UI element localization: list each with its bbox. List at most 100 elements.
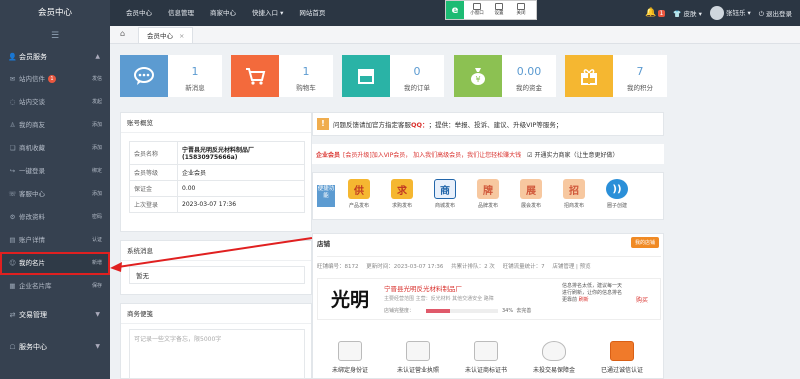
expo-icon: 展	[520, 179, 542, 199]
sidebar-item-action[interactable]: 发起	[92, 91, 102, 114]
sidebar-item-action[interactable]: 密码	[92, 206, 102, 229]
sidebar-item-label: 站内信件	[19, 75, 45, 83]
logout-link[interactable]: ⏻ 退出登录	[759, 8, 792, 19]
memo-panel: 商务便笺 可记录一些文字备忘，限5000字	[120, 303, 312, 379]
mail-icon: ✉	[9, 75, 16, 83]
refresh-link[interactable]: 刷新	[579, 297, 589, 303]
cert-integrity[interactable]: 已通过诚信认证	[595, 341, 649, 374]
stat-points[interactable]: 7 我的积分	[565, 55, 667, 97]
table-row: 会员等级 企业会员	[129, 164, 305, 181]
shield-icon	[542, 341, 566, 361]
my-shop-button[interactable]: 我的店铺	[630, 237, 659, 248]
close-button[interactable]: 关闭	[510, 3, 532, 17]
settings-button[interactable]: 设置	[488, 3, 510, 17]
strength-link[interactable]: ☑ 开通实力商家（让生意更好做）	[527, 150, 618, 159]
sidebar-item-one-click-login[interactable]: ↪ 一键登录 绑定	[0, 160, 110, 183]
cert-id-card[interactable]: 未绑定身份证	[323, 341, 377, 374]
sidebar-item-action[interactable]: 添加	[92, 183, 102, 206]
nav-shortcuts[interactable]: 快捷入口 ▾	[244, 0, 291, 26]
user-icon: 👤	[8, 53, 17, 61]
money-icon: ¥	[454, 55, 502, 97]
menu-toggle-icon[interactable]: ☰	[0, 26, 110, 46]
sidebar-group-service[interactable]: ☖ 服务中心 ▼	[0, 336, 110, 358]
sidebar-group-trade[interactable]: ⇄ 交易管理 ▼	[0, 304, 110, 326]
stat-label: 购物车	[296, 84, 316, 92]
sidebar-item-account-details[interactable]: ▤ 账户详情 认证	[0, 229, 110, 252]
stat-new-messages[interactable]: 1 新消息	[120, 55, 222, 97]
id-card-icon	[338, 341, 362, 361]
tab-member-center[interactable]: 会员中心 ×	[138, 27, 194, 43]
close-icon[interactable]: ×	[179, 32, 184, 40]
divider	[317, 256, 661, 257]
memo-textarea[interactable]: 可记录一些文字备忘，限5000字	[129, 329, 305, 379]
cert-label: 已通过诚信认证	[600, 367, 643, 374]
publish-purchase-button[interactable]: 求求购发布	[384, 179, 420, 209]
sidebar-item-action[interactable]: 添加	[92, 114, 102, 137]
completeness-label: 店铺完整度：	[384, 308, 415, 314]
tab-label: 会员中心	[147, 32, 173, 40]
user-menu[interactable]: 张钰乐 ▾	[709, 6, 751, 20]
sidebar-item-card-library[interactable]: ▦ 企业名片库 保存	[0, 275, 110, 298]
complete-link[interactable]: 去完善	[516, 308, 531, 314]
nav-site-home[interactable]: 网站首页	[291, 0, 333, 26]
stat-cart[interactable]: 1 购物车	[231, 55, 333, 97]
sidebar-item-label: 客服中心	[19, 190, 45, 198]
upgrade-link[interactable]: [会员升级]	[343, 150, 372, 159]
nav-info-manage[interactable]: 信息管理	[160, 0, 202, 26]
gift-icon	[565, 55, 613, 97]
stat-label: 我的资金	[516, 84, 542, 92]
stat-value: 0	[413, 65, 421, 78]
shop-manage-links[interactable]: 店铺管理 | 预览	[552, 264, 590, 270]
user-circle-icon: ☺	[9, 259, 16, 267]
publish-brand-button[interactable]: 牌品牌发布	[470, 179, 506, 209]
join-vip-link[interactable]: 加入VIP会员，	[372, 150, 412, 159]
sidebar-item-messages[interactable]: ✉ 站内信件 1 发信	[0, 68, 110, 91]
sidebar-section-member-service[interactable]: 👤 会员服务 ▲	[0, 46, 110, 68]
shop-name[interactable]: 宁晋县光明反光材料制品厂	[384, 283, 462, 293]
sidebar-item-friends[interactable]: ♙ 我的商友 添加	[0, 114, 110, 137]
premium-link[interactable]: 加入我们高级会员，我们让您轻松赚大钱	[413, 150, 521, 159]
cert-trademark[interactable]: 未认证商标证书	[459, 341, 513, 374]
completeness-value: 34% 去完善	[502, 307, 531, 314]
tool-label: 招商发布	[563, 203, 584, 209]
sidebar-item-favorites[interactable]: ❏ 商机收藏 添加	[0, 137, 110, 160]
sidebar-item-action[interactable]: 绑定	[92, 160, 102, 183]
nav-member-center[interactable]: 会员中心	[118, 0, 160, 26]
brand-title[interactable]: 会员中心	[0, 0, 110, 26]
small-window-button[interactable]: 小窗口	[466, 3, 488, 17]
publish-expo-button[interactable]: 展展会发布	[513, 179, 549, 209]
tool-label: 产品发布	[348, 203, 369, 209]
cert-deposit[interactable]: 未投交易保障金	[527, 341, 581, 374]
stat-orders[interactable]: 0 我的订单	[342, 55, 444, 97]
publish-mall-button[interactable]: 商商城发布	[427, 179, 463, 209]
stat-funds[interactable]: ¥ 0.00 我的资金	[454, 55, 556, 97]
sidebar-item-action[interactable]: 添加	[92, 137, 102, 160]
bell-icon[interactable]: 🔔 1	[645, 8, 666, 18]
completeness-percent: 34%	[502, 308, 514, 314]
shop-logo: 光明	[330, 289, 369, 311]
sidebar-item-action[interactable]: 发信	[92, 68, 102, 91]
publish-product-button[interactable]: 供产品发布	[341, 179, 377, 209]
notice-text: 问题反馈请加官方指定客服	[333, 121, 411, 129]
home-icon[interactable]: ⌂	[120, 29, 125, 38]
skin-menu[interactable]: 👕 皮肤 ▾	[673, 8, 702, 18]
service-icon: ☖	[9, 343, 16, 351]
sidebar-item-chat[interactable]: ◌ 站内交谈 发起	[0, 91, 110, 114]
cert-license[interactable]: 未认证营业执照	[391, 341, 445, 374]
warning-icon: !	[317, 118, 329, 130]
sidebar-item-action[interactable]: 认证	[92, 229, 102, 252]
create-circle-button[interactable]: )) 圈子创建	[599, 179, 635, 209]
publish-invest-button[interactable]: 招招商发布	[556, 179, 592, 209]
shop-card: 光明 宁晋县光明反光材料制品厂 主要经营范围 主营：反光材料 其他交通安全 路障…	[317, 278, 661, 320]
nav-merchant-center[interactable]: 商家中心	[202, 0, 244, 26]
sidebar-item-service-center[interactable]: ☏ 客服中心 添加	[0, 183, 110, 206]
friends-icon: ♙	[9, 121, 16, 129]
notice-qq[interactable]: QQ：	[411, 119, 429, 129]
sidebar-item-edit-profile[interactable]: ⚙ 修改资料 密码	[0, 206, 110, 229]
upgrade-bar: 企业会员 [会员升级] 加入VIP会员， 加入我们高级会员，我们让您轻松赚大钱 …	[312, 144, 664, 164]
buy-link[interactable]: 购买	[636, 295, 648, 304]
sidebar-item-my-card[interactable]: ☺ 我的名片 新增	[0, 252, 110, 275]
sidebar-item-action[interactable]: 保存	[92, 275, 102, 298]
tool-label: 求购发布	[391, 203, 412, 209]
sidebar-item-action[interactable]: 新增	[92, 252, 102, 275]
